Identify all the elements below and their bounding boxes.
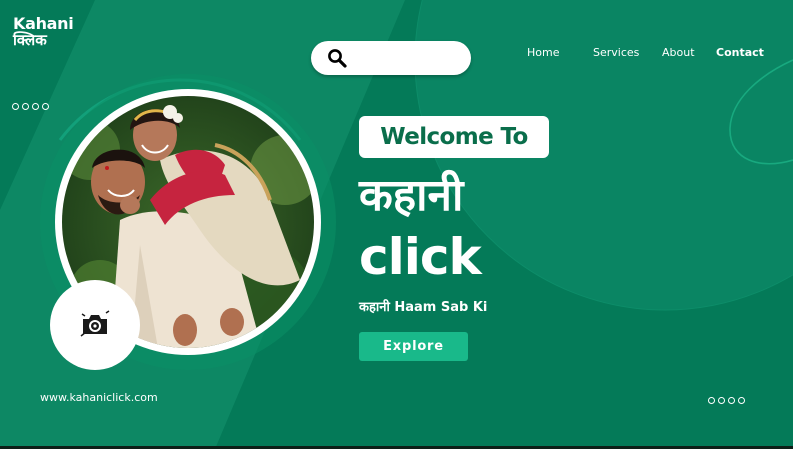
explore-button[interactable]: Explore bbox=[359, 332, 468, 361]
dot-icon bbox=[708, 397, 715, 404]
camera-icon bbox=[80, 310, 110, 337]
hero-tagline: कहानी Haam Sab Ki bbox=[359, 300, 488, 315]
dot-icon bbox=[738, 397, 745, 404]
hero-title-hindi: कहानी bbox=[359, 170, 464, 221]
dot-icon bbox=[728, 397, 735, 404]
website-link[interactable]: www.kahaniclick.com bbox=[40, 391, 158, 404]
dot-icon bbox=[718, 397, 725, 404]
hero-title-click: click bbox=[359, 228, 482, 286]
welcome-text: Welcome To bbox=[380, 124, 528, 150]
pagination-dots-bottom bbox=[708, 397, 745, 404]
camera-badge bbox=[50, 280, 140, 370]
hero-photo bbox=[40, 74, 336, 370]
welcome-badge: Welcome To bbox=[359, 116, 549, 158]
